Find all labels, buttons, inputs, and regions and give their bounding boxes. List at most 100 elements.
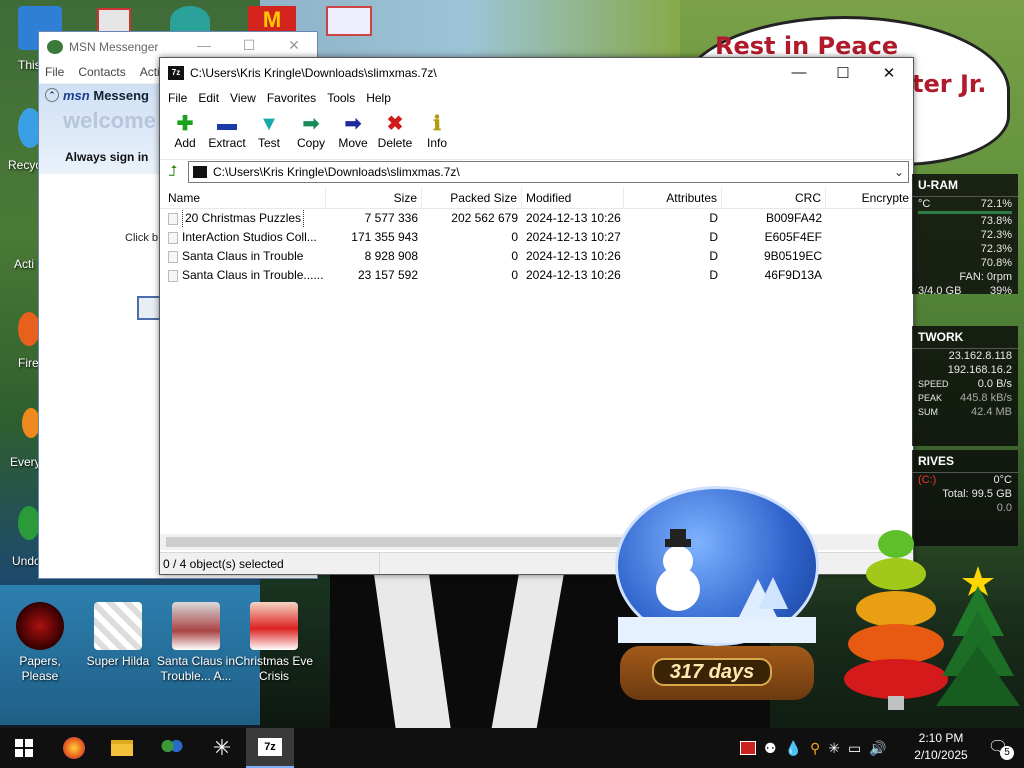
msn-always-sign-in[interactable]: Always sign in [65, 150, 148, 164]
column-name[interactable]: Name [160, 187, 326, 208]
tray-drop-icon[interactable]: 💧 [785, 740, 802, 757]
extract-button[interactable]: ▬ Extract [206, 108, 248, 159]
collapse-icon[interactable]: ⌃ [45, 88, 59, 102]
tray-snowflake-icon[interactable]: ✳ [828, 740, 840, 757]
table-row[interactable]: Santa Claus in Trouble 8 928 908 0 2024-… [160, 247, 913, 266]
test-button[interactable]: ▼ Test [248, 108, 290, 159]
row-size: 8 928 908 [364, 249, 418, 263]
delete-button[interactable]: ✖ Delete [374, 108, 416, 159]
desktop-icon-christmas-eve-crisis[interactable]: Christmas Eve Crisis [234, 602, 314, 684]
clock-time: 2:10 PM [918, 731, 964, 745]
msn-logo-suffix: Messeng [93, 88, 149, 103]
add-button[interactable]: ✚ Add [164, 108, 206, 159]
menu-file[interactable]: File [164, 91, 194, 105]
msn-minimize-button[interactable]: — [194, 37, 214, 53]
status-text: 0 / 4 object(s) selected [160, 553, 380, 574]
taskbar-snowflake-app[interactable]: ✳ [198, 728, 246, 768]
notification-center-button[interactable]: 🗨 5 [978, 730, 1018, 766]
taskbar-clock[interactable]: 2:10 PM 2/10/2025 [906, 730, 976, 764]
widget-line-left: °C [918, 198, 931, 210]
taskbar-firefox[interactable] [50, 728, 98, 768]
tray-search-icon[interactable]: ⚲ [810, 740, 820, 757]
minus-icon: ▬ [217, 113, 237, 135]
widget-line-right: 0.0 B/s [977, 378, 1012, 390]
check-icon: ▼ [259, 113, 279, 135]
tray-people-icon[interactable]: ⚉ [764, 740, 777, 757]
row-name-cell: Santa Claus in Trouble...... [160, 266, 326, 285]
pine-tree-icon [936, 566, 1020, 706]
row-packed: 202 562 679 [451, 211, 518, 225]
column-crc[interactable]: CRC [722, 187, 826, 208]
widget-line-right: 72.1% [980, 198, 1012, 210]
msn-menu-file[interactable]: File [45, 65, 64, 79]
taskbar-7zip[interactable]: 7z [246, 728, 294, 768]
msn-maximize-button[interactable]: ☐ [239, 37, 259, 53]
column-modified[interactable]: Modified [522, 187, 624, 208]
move-button[interactable]: ➡ Move [332, 108, 374, 159]
column-packed-size[interactable]: Packed Size [422, 187, 522, 208]
7zip-minimize-button[interactable]: — [786, 64, 812, 82]
row-attributes: D [709, 230, 718, 244]
table-row[interactable]: 20 Christmas Puzzles 7 577 336 202 562 6… [160, 209, 913, 228]
move-arrow-icon: ➡ [344, 113, 362, 135]
folder-icon [168, 269, 178, 282]
row-encrypted [826, 266, 913, 285]
desktop-icon-papers-please[interactable]: Papers, Please [0, 602, 80, 684]
ram-widget-title: U-RAM [912, 174, 1018, 197]
firefox-desktop-icon[interactable] [18, 312, 40, 346]
start-button[interactable] [0, 728, 48, 768]
widget-line: Total: 99.5 GB [912, 487, 1018, 501]
chevron-down-icon[interactable]: ⌄ [890, 165, 908, 179]
msn-close-button[interactable]: ✕ [284, 37, 304, 53]
menu-tools[interactable]: Tools [323, 91, 362, 105]
column-size[interactable]: Size [326, 187, 422, 208]
windows-icon [15, 739, 33, 757]
tray-app-icon[interactable] [740, 741, 756, 755]
up-folder-icon[interactable]: ⮥ [164, 163, 182, 181]
taskbar-msn[interactable] [148, 728, 196, 768]
msn-menu-actions[interactable]: Acti [140, 65, 160, 79]
scrollbar-thumb[interactable] [166, 537, 646, 547]
widget-line-right: 72.3% [980, 229, 1012, 241]
santa-claus-icon [172, 602, 220, 650]
santa-game-icon[interactable] [326, 6, 372, 36]
widget-line: 192.168.16.2 [912, 363, 1018, 377]
row-size: 7 577 336 [364, 211, 418, 225]
menu-view[interactable]: View [226, 91, 263, 105]
mcdonalds-icon[interactable]: M [248, 6, 296, 34]
taskbar-file-explorer[interactable] [98, 728, 146, 768]
address-bar[interactable]: C:\Users\Kris Kringle\Downloads\slimxmas… [188, 161, 909, 183]
column-encrypted[interactable]: Encrypte [826, 187, 913, 208]
widget-line-left: 3/4.0 GB [918, 285, 962, 297]
msn-click-text: Click b [125, 232, 159, 244]
volume-icon[interactable]: 🔊 [869, 740, 886, 757]
desktop-icon-label: Papers, Please [19, 654, 61, 683]
desktop-icon-santa-claus[interactable]: Santa Claus in Trouble... A... [156, 602, 236, 684]
test-label: Test [257, 136, 280, 150]
copy-button[interactable]: ➡ Copy [290, 108, 332, 159]
row-name: Santa Claus in Trouble [182, 249, 304, 263]
widget-line: 23.162.8.118 [912, 349, 1018, 363]
desktop-icon-super-hilda[interactable]: Super Hilda [78, 602, 158, 669]
network-icon[interactable]: ▭ [848, 740, 861, 757]
table-row[interactable]: InterAction Studios Coll... 171 355 943 … [160, 228, 913, 247]
menu-help[interactable]: Help [362, 91, 398, 105]
7zip-close-button[interactable]: ✕ [876, 64, 902, 82]
widget-line: 3/4.0 GB 39% [912, 284, 1018, 298]
7zip-maximize-button[interactable]: ☐ [830, 64, 856, 82]
info-button[interactable]: ℹ Info [416, 108, 458, 159]
undo-icon[interactable] [18, 506, 40, 540]
address-text: C:\Users\Kris Kringle\Downloads\slimxmas… [213, 165, 460, 179]
table-row[interactable]: Santa Claus in Trouble...... 23 157 592 … [160, 266, 913, 285]
7zip-icon: 7z [258, 738, 282, 756]
menu-favorites[interactable]: Favorites [263, 91, 323, 105]
widget-line: °C 72.1% [912, 197, 1018, 211]
info-label: Info [426, 136, 447, 150]
column-attributes[interactable]: Attributes [624, 187, 722, 208]
system-tray: ⚉ 💧 ⚲ ✳ ▭ 🔊 [740, 728, 887, 768]
christmas-eve-crisis-icon [250, 602, 298, 650]
row-modified: 2024-12-13 10:26 [526, 268, 621, 282]
row-modified: 2024-12-13 10:26 [526, 211, 621, 225]
msn-menu-contacts[interactable]: Contacts [78, 65, 125, 79]
menu-edit[interactable]: Edit [194, 91, 226, 105]
